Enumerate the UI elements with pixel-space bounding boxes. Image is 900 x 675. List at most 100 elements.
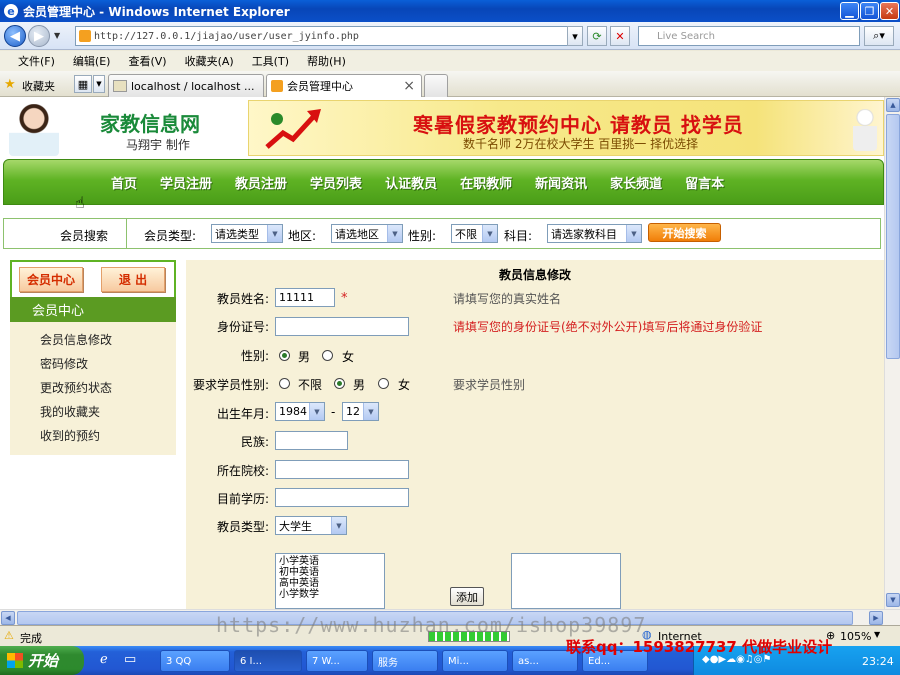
menu-tools[interactable]: 工具(T) xyxy=(252,53,289,69)
task-explorer[interactable]: 7 W... xyxy=(306,650,368,672)
refresh-icon[interactable]: ⟳ xyxy=(587,26,607,46)
add-subject-button[interactable]: 添加 xyxy=(450,587,484,606)
zoom-dropdown-icon[interactable]: ▼ xyxy=(874,630,880,639)
menu-help[interactable]: 帮助(H) xyxy=(307,53,346,69)
site-logo[interactable]: 家教信息网 马翔宇 制作 xyxy=(3,100,243,156)
address-dropdown-icon[interactable]: ▾ xyxy=(567,26,583,46)
subject-list[interactable]: 小学英语 初中英语 高中英语 小学数学 xyxy=(275,553,385,609)
birth-year-select[interactable]: 1984 ▼ xyxy=(275,402,325,421)
nav-home[interactable]: 首页 xyxy=(111,173,137,192)
sidebar-item-password[interactable]: 密码修改 xyxy=(40,355,88,372)
nav-teacher-register[interactable]: 教员注册 xyxy=(235,173,287,192)
mouse-cursor-icon: ☝ xyxy=(75,193,85,212)
menu-view[interactable]: 查看(V) xyxy=(128,53,166,69)
student-gender-female-radio[interactable] xyxy=(378,378,389,389)
scroll-up-icon[interactable]: ▲ xyxy=(886,98,900,112)
list-item[interactable]: 初中英语 xyxy=(279,567,381,578)
maximize-button[interactable]: ❐ xyxy=(860,2,879,20)
back-button[interactable]: ◀ xyxy=(4,25,26,47)
scroll-down-icon[interactable]: ▼ xyxy=(886,593,900,607)
teacher-type-select[interactable]: 大学生 ▼ xyxy=(275,516,347,535)
window-titlebar[interactable]: e 会员管理中心 - Windows Internet Explorer ▁ ❐… xyxy=(0,0,900,22)
tab-localhost[interactable]: localhost / localhost ... xyxy=(108,74,264,97)
quicklaunch-ie-icon[interactable]: ℯ xyxy=(100,652,108,667)
zoom-level[interactable]: 105% xyxy=(840,630,871,643)
gender-select[interactable]: 不限 ▼ xyxy=(451,224,498,243)
sidebar-item-edit-info[interactable]: 会员信息修改 xyxy=(40,331,112,348)
task-qq[interactable]: 3 QQ xyxy=(160,650,230,672)
menu-edit[interactable]: 编辑(E) xyxy=(73,53,111,69)
search-icon[interactable]: ⌕▾ xyxy=(864,26,894,46)
nav-news[interactable]: 新闻资讯 xyxy=(535,173,587,192)
gender-male-radio[interactable] xyxy=(279,350,290,361)
nav-employed-teachers[interactable]: 在职教师 xyxy=(460,173,512,192)
student-gender-label: 要求学员性别: xyxy=(192,378,269,392)
student-gender-any-radio[interactable] xyxy=(279,378,290,389)
scroll-right-icon[interactable]: ▶ xyxy=(869,611,883,625)
favorites-star-icon[interactable]: ★ xyxy=(4,77,16,92)
task-ie[interactable]: 6 I... xyxy=(234,650,302,672)
scroll-thumb[interactable] xyxy=(886,114,900,359)
gender-female-radio[interactable] xyxy=(322,350,333,361)
start-label: 开始 xyxy=(28,652,59,670)
area-select[interactable]: 请选地区 ▼ xyxy=(331,224,403,243)
close-button[interactable]: ✕ xyxy=(880,2,899,20)
quicklaunch-desktop-icon[interactable]: ▭ xyxy=(124,652,136,667)
birth-month-select[interactable]: 12 ▼ xyxy=(342,402,379,421)
windows-flag-icon xyxy=(7,653,23,668)
selected-subject-list[interactable] xyxy=(511,553,621,609)
gender-label: 性别: xyxy=(408,229,437,243)
stop-icon[interactable]: ✕ xyxy=(610,26,630,46)
sidebar-item-received-bookings[interactable]: 收到的预约 xyxy=(40,427,100,444)
address-input[interactable]: http://127.0.0.1/jiajao/user/user_jyinfo… xyxy=(75,26,583,46)
area-value: 请选地区 xyxy=(335,227,379,241)
minimize-button[interactable]: ▁ xyxy=(840,2,859,20)
nav-student-register[interactable]: 学员注册 xyxy=(160,173,212,192)
nav-guestbook[interactable]: 留言本 xyxy=(685,173,724,192)
education-input[interactable] xyxy=(275,488,409,507)
live-search-input[interactable]: Live Search xyxy=(638,26,860,46)
clock[interactable]: 23:24 xyxy=(862,655,894,668)
tab-bar: ★ 收藏夹 ▦ ▼ localhost / localhost ... 会员管理… xyxy=(0,71,900,97)
list-item[interactable]: 高中英语 xyxy=(279,578,381,589)
logout-button[interactable]: 退 出 xyxy=(101,267,165,292)
ethnicity-input[interactable] xyxy=(275,431,348,450)
name-value: 11111 xyxy=(279,291,314,304)
student-gender-hint: 要求学员性别 xyxy=(453,378,526,392)
school-input[interactable] xyxy=(275,460,409,479)
member-type-select[interactable]: 请选类型 ▼ xyxy=(211,224,283,243)
vertical-scrollbar[interactable]: ▲ ▼ xyxy=(884,97,900,609)
menu-file[interactable]: 文件(F) xyxy=(18,53,55,69)
list-item[interactable]: 小学数学 xyxy=(279,589,381,600)
student-gender-male-radio[interactable] xyxy=(334,378,345,389)
start-button[interactable]: 开始 xyxy=(0,646,84,675)
menu-favorites[interactable]: 收藏夹(A) xyxy=(185,53,234,69)
student-gender-any-label: 不限 xyxy=(298,378,323,392)
task-services[interactable]: 服务 xyxy=(372,650,438,672)
tab-close-icon[interactable]: × xyxy=(403,78,415,94)
list-item[interactable]: 小学英语 xyxy=(279,556,381,567)
tab-grid-icon[interactable]: ▦ xyxy=(74,75,92,93)
nav-parents[interactable]: 家长频道 xyxy=(610,173,662,192)
task-mi[interactable]: Mi... xyxy=(442,650,508,672)
favorites-label[interactable]: 收藏夹 xyxy=(22,78,55,94)
sidebar-item-favorites[interactable]: 我的收藏夹 xyxy=(40,403,100,420)
id-input[interactable] xyxy=(275,317,409,336)
scroll-left-icon[interactable]: ◀ xyxy=(1,611,15,625)
subject-select[interactable]: 请选家教科目 ▼ xyxy=(547,224,642,243)
name-input[interactable]: 11111 xyxy=(275,288,335,307)
school-label: 所在院校: xyxy=(216,464,269,478)
history-dropdown-icon[interactable]: ▼ xyxy=(54,31,60,40)
start-search-button[interactable]: 开始搜索 xyxy=(648,223,721,242)
sidebar-item-booking-status[interactable]: 更改预约状态 xyxy=(40,379,112,396)
nav-certified-teachers[interactable]: 认证教员 xyxy=(385,173,437,192)
forward-button[interactable]: ▶ xyxy=(28,25,50,47)
subject-label: 科目: xyxy=(504,229,533,243)
tab-list-dropdown-icon[interactable]: ▼ xyxy=(93,75,105,93)
new-tab-button[interactable] xyxy=(424,74,448,97)
tab-member-center[interactable]: 会员管理中心 × xyxy=(266,74,422,97)
member-center-button[interactable]: 会员中心 xyxy=(19,267,83,292)
nav-student-list[interactable]: 学员列表 xyxy=(310,173,362,192)
warning-icon: ⚠ xyxy=(4,629,14,642)
required-mark: * xyxy=(341,291,348,306)
